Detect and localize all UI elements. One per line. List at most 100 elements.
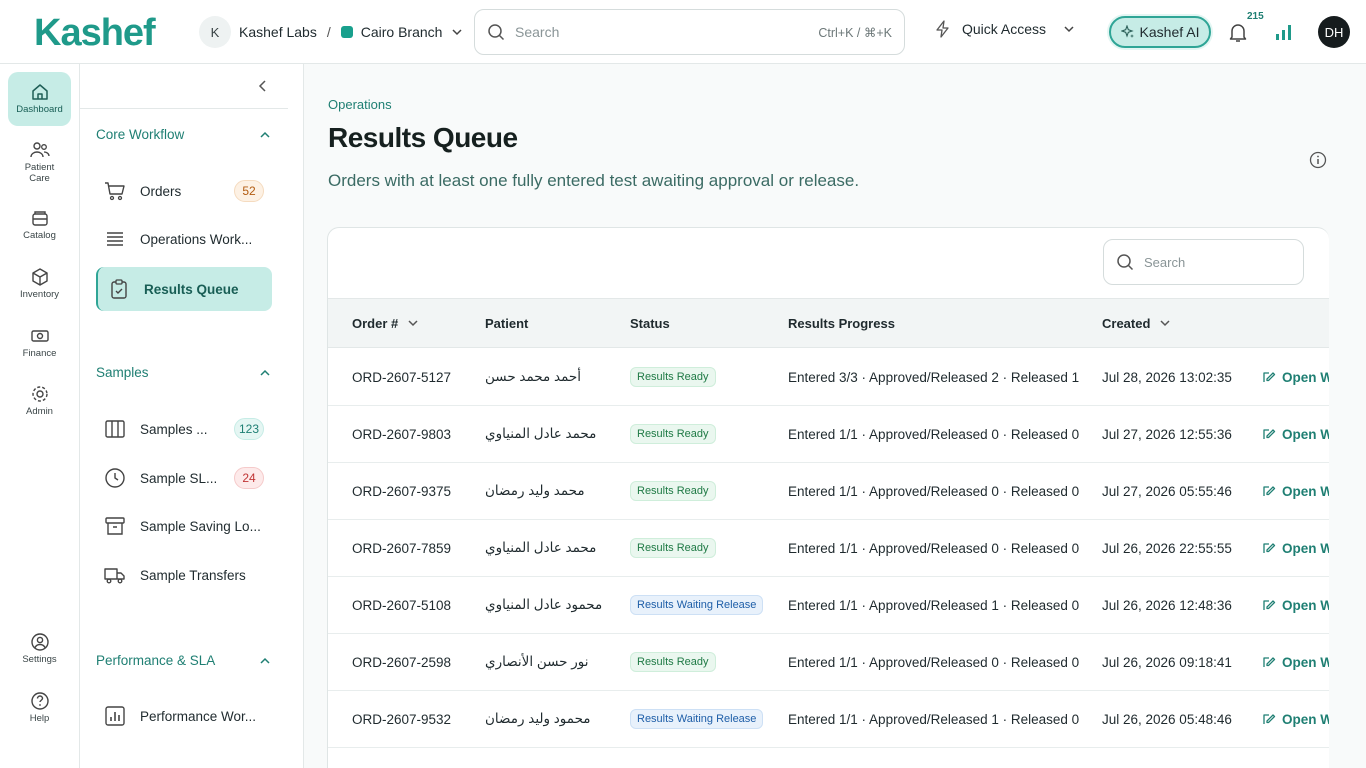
created-date: Jul 27, 2026 05:55:46 <box>1102 483 1232 499</box>
patient-name: محمود وليد رمضان <box>485 711 591 726</box>
org-avatar: K <box>199 16 231 48</box>
notification-count: 215 <box>1247 11 1264 22</box>
status-cell: Results Ready <box>630 349 716 405</box>
quick-access-button[interactable]: Quick Access <box>934 20 1076 38</box>
breadcrumb[interactable]: Operations <box>328 97 392 112</box>
rail-item-patient-care[interactable]: Patient Care <box>8 134 71 190</box>
signal-bars-icon[interactable] <box>1275 24 1293 40</box>
order-number: ORD-2607-9532 <box>352 711 452 727</box>
bell-icon[interactable] <box>1226 20 1250 44</box>
rail-item-admin[interactable]: Admin <box>8 374 71 428</box>
section-title: Core Workflow <box>96 127 185 142</box>
section-title: Performance & SLA <box>96 653 216 668</box>
table-row[interactable]: ORD-2607-9375 محمد وليد رمضان Results Read… <box>328 463 1329 520</box>
open-workspace-link[interactable]: Open W <box>1262 463 1329 519</box>
orders-count-badge: 52 <box>234 180 264 202</box>
search-shortcut: Ctrl+K / ⌘+K <box>818 25 892 40</box>
rail-item-finance[interactable]: Finance <box>8 316 71 370</box>
edit-icon <box>1263 429 1276 439</box>
chevron-down-icon <box>1064 26 1074 33</box>
patient-name: محمود عادل المنياوي <box>485 597 603 612</box>
rail-label: Dashboard <box>16 104 63 116</box>
table-row[interactable]: ORD-2607-5108 محمود عادل المنياوي Results … <box>328 577 1329 634</box>
open-workspace-link[interactable]: Open W <box>1262 634 1329 690</box>
rail-label: Inventory <box>19 289 60 301</box>
open-link-label: Open W <box>1282 540 1329 556</box>
rail-item-settings[interactable]: Settings <box>8 622 71 676</box>
open-link-label: Open W <box>1282 654 1329 670</box>
cart-icon <box>105 182 125 201</box>
sidebar-item-sample-sla[interactable]: Sample SL... 24 <box>96 456 272 500</box>
chevron-down-icon <box>1160 320 1170 327</box>
kashef-logo[interactable]: Kashef <box>34 12 156 55</box>
table-row[interactable]: ORD-2607-2598 نور حسن الأنصاري Results Rea… <box>328 634 1329 691</box>
results-progress: Entered 1/1 · Approved/Released 0 · Rele… <box>788 654 1080 670</box>
sidebar-item-samples[interactable]: Samples ... 123 <box>96 407 272 451</box>
icon-rail: Dashboard Patient Care Catalog Inventory… <box>0 64 80 768</box>
open-link-label: Open W <box>1282 711 1329 727</box>
open-workspace-link[interactable]: Open W <box>1262 520 1329 576</box>
truck-icon <box>104 568 125 584</box>
search-placeholder: Search <box>515 24 560 40</box>
search-icon <box>488 24 505 41</box>
table-row[interactable]: ORD-2607-5127 أحمد محمد حسن Results Ready E… <box>328 349 1329 406</box>
status-cell: Results Ready <box>630 463 716 519</box>
user-avatar[interactable]: DH <box>1318 16 1350 48</box>
table-row[interactable]: ORD-2607-9532 محمود وليد رمضان Results Wai… <box>328 691 1329 748</box>
open-workspace-link[interactable]: Open W <box>1262 406 1329 462</box>
column-order-number[interactable]: Order # <box>352 299 420 347</box>
table-row[interactable]: ORD-2607-9803 محمد عادل المنياوي Results R… <box>328 406 1329 463</box>
status-badge: Results Ready <box>630 538 716 558</box>
main-content: Operations Results Queue Orders with at … <box>304 64 1366 768</box>
open-workspace-link[interactable]: Open W <box>1262 577 1329 633</box>
status-badge: Results Ready <box>630 652 716 672</box>
open-link-label: Open W <box>1282 597 1329 613</box>
status-badge: Results Waiting Release <box>630 595 764 615</box>
rail-item-catalog[interactable]: Catalog <box>8 198 71 252</box>
clipboard-check-icon <box>111 279 127 299</box>
order-number: ORD-2607-9803 <box>352 426 452 442</box>
open-link-label: Open W <box>1282 369 1329 385</box>
info-icon[interactable] <box>1309 151 1327 169</box>
users-icon <box>29 142 50 158</box>
open-workspace-link[interactable]: Open W <box>1262 349 1329 405</box>
results-progress: Entered 1/1 · Approved/Released 1 · Rele… <box>788 711 1080 727</box>
help-icon <box>30 692 49 710</box>
sidebar-item-performance-workflow[interactable]: Performance Wor... <box>96 694 272 738</box>
table-row[interactable]: ORD-2607-7859 محمد عادل المنياوي Results R… <box>328 520 1329 577</box>
rail-label: Admin <box>26 406 53 418</box>
table-search-input[interactable]: Search <box>1103 239 1304 285</box>
sidebar-item-results-queue[interactable]: Results Queue <box>96 267 272 311</box>
sidebar-item-sample-saving-log[interactable]: Sample Saving Lo... <box>96 504 272 548</box>
section-samples[interactable]: Samples <box>96 365 272 380</box>
sidebar-divider <box>80 108 288 109</box>
section-core-workflow[interactable]: Core Workflow <box>96 127 272 142</box>
patient-name: محمد عادل المنياوي <box>485 426 597 441</box>
sidebar-item-operations-workflow[interactable]: Operations Work... <box>96 217 272 261</box>
results-progress: Entered 1/1 · Approved/Released 1 · Rele… <box>788 597 1080 613</box>
rail-item-dashboard[interactable]: Dashboard <box>8 72 71 126</box>
order-number: ORD-2607-5108 <box>352 597 452 613</box>
kashef-ai-button[interactable]: Kashef AI <box>1109 16 1211 48</box>
status-cell: Results Ready <box>630 634 716 690</box>
sidebar-item-sample-transfers[interactable]: Sample Transfers <box>96 553 272 597</box>
open-workspace-link[interactable]: Open W <box>1262 691 1329 747</box>
sidebar-item-orders[interactable]: Orders 52 <box>96 169 272 213</box>
rail-label: Settings <box>22 654 57 666</box>
org-switcher[interactable]: K Kashef Labs / Cairo Branch <box>199 15 464 49</box>
edit-icon <box>1263 372 1276 382</box>
chevron-up-icon <box>260 131 270 138</box>
results-progress: Entered 1/1 · Approved/Released 0 · Rele… <box>788 483 1080 499</box>
home-icon <box>31 84 48 101</box>
rail-item-inventory[interactable]: Inventory <box>8 257 71 311</box>
rail-item-help[interactable]: Help <box>8 681 71 735</box>
section-performance-sla[interactable]: Performance & SLA <box>96 653 272 668</box>
status-badge: Results Ready <box>630 367 716 387</box>
collapse-sidebar-icon[interactable] <box>256 78 270 94</box>
created-date: Jul 26, 2026 12:48:36 <box>1102 597 1232 613</box>
table-search-placeholder: Search <box>1144 254 1186 270</box>
column-label: Patient <box>485 315 529 331</box>
global-search-input[interactable]: Search Ctrl+K / ⌘+K <box>474 9 905 55</box>
column-created[interactable]: Created <box>1102 299 1172 347</box>
top-bar: Kashef K Kashef Labs / Cairo Branch Sear… <box>0 0 1366 64</box>
